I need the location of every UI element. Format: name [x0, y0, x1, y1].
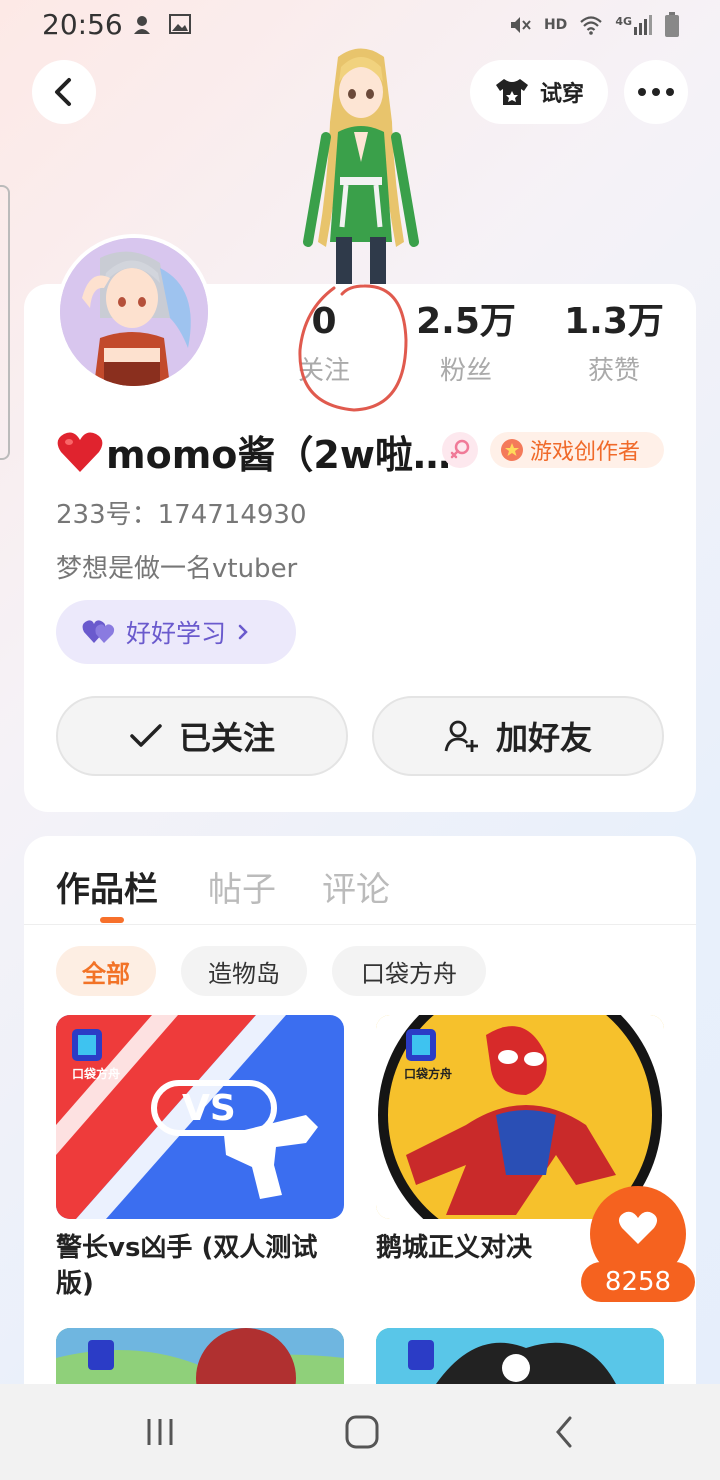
bio: 梦想是做一名vtuber	[56, 554, 298, 584]
signal-4g-icon: 4G	[615, 15, 652, 35]
home-icon	[345, 1415, 379, 1449]
recent-apps-icon	[147, 1419, 173, 1445]
game-thumbnail-3-art	[56, 1328, 344, 1384]
more-dots-icon	[638, 88, 674, 96]
stat-likes-value: 1.3万	[564, 301, 664, 342]
study-tag-label: 好好学习	[126, 619, 227, 648]
chip-creation-island[interactable]: 造物岛	[181, 946, 307, 996]
game-thumbnail-2-brand: 口袋方舟	[404, 1067, 453, 1081]
study-tag-pill[interactable]: 好好学习	[56, 600, 296, 664]
username-text: momo酱（2w啦…	[106, 433, 451, 477]
battery-icon	[665, 12, 679, 37]
followed-button[interactable]: 已关注	[56, 696, 348, 776]
chevron-right-icon	[238, 624, 248, 640]
image-icon	[169, 14, 191, 34]
avatar-character-illustration[interactable]	[296, 42, 426, 292]
tab-divider	[24, 924, 696, 925]
status-time: 20:56	[42, 8, 123, 41]
purple-heart-icon	[82, 620, 115, 643]
add-friend-label: 加好友	[495, 719, 592, 757]
chip-all[interactable]: 全部	[56, 946, 156, 996]
red-heart-icon	[57, 431, 103, 472]
female-icon	[450, 439, 470, 459]
add-user-icon	[444, 720, 478, 752]
tab-posts[interactable]: 帖子	[208, 862, 276, 911]
side-edge-handle[interactable]	[0, 185, 10, 460]
back-arrow-icon	[556, 1416, 572, 1448]
app-notification-icon	[134, 16, 150, 34]
game-thumbnail-4-art	[376, 1328, 664, 1384]
game-thumbnail-3[interactable]	[56, 1328, 344, 1384]
try-on-button[interactable]: 试穿	[470, 60, 608, 124]
creator-star-icon	[501, 439, 523, 461]
avatar-image	[60, 238, 208, 386]
stat-fans-label: 粉丝	[439, 356, 492, 386]
more-button[interactable]	[624, 60, 688, 124]
tshirt-icon	[495, 79, 528, 105]
checkmark-icon	[130, 724, 162, 747]
stat-fans[interactable]: 2.5万 粉丝	[396, 300, 536, 387]
game-thumbnail-1-brand: 口袋方舟	[72, 1067, 121, 1081]
back-button[interactable]	[32, 60, 96, 124]
mute-icon	[510, 17, 531, 33]
add-friend-button[interactable]: 加好友	[372, 696, 664, 776]
game-thumbnail-1-vs-text: VS	[182, 1088, 236, 1129]
stat-fans-value: 2.5万	[416, 301, 516, 342]
tab-comments[interactable]: 评论	[322, 862, 390, 911]
creator-badge[interactable]: 游戏创作者	[490, 432, 664, 468]
user-id: 233号：174714930	[56, 500, 307, 530]
heart-icon	[618, 1211, 658, 1244]
stat-likes[interactable]: 1.3万 获赞	[544, 300, 684, 387]
game-thumbnail-4[interactable]	[376, 1328, 664, 1384]
like-count: 8258	[581, 1262, 695, 1302]
system-back-button[interactable]	[534, 1408, 594, 1456]
gender-badge	[442, 432, 478, 468]
game-title-1[interactable]: 警长vs凶手 (双人测试版)	[56, 1230, 336, 1302]
chip-pocket-ark[interactable]: 口袋方舟	[332, 946, 486, 996]
chevron-left-icon	[55, 78, 71, 106]
tab-works[interactable]: 作品栏	[56, 862, 158, 911]
recent-apps-button[interactable]	[130, 1408, 190, 1456]
system-navigation-bar	[0, 1384, 720, 1480]
tab-indicator	[100, 917, 124, 923]
stat-likes-label: 获赞	[587, 356, 640, 386]
username: momo酱（2w啦…	[56, 424, 451, 479]
game-thumbnail-1[interactable]: VS 口袋方舟	[56, 1015, 344, 1219]
home-button[interactable]	[332, 1408, 392, 1456]
followed-label: 已关注	[178, 719, 275, 757]
try-on-label: 试穿	[539, 82, 584, 107]
creator-badge-label: 游戏创作者	[530, 440, 641, 465]
hand-drawn-circle-annotation	[298, 284, 408, 412]
hd-icon: HD	[543, 17, 568, 33]
wifi-icon	[580, 16, 603, 35]
avatar[interactable]	[56, 234, 212, 390]
